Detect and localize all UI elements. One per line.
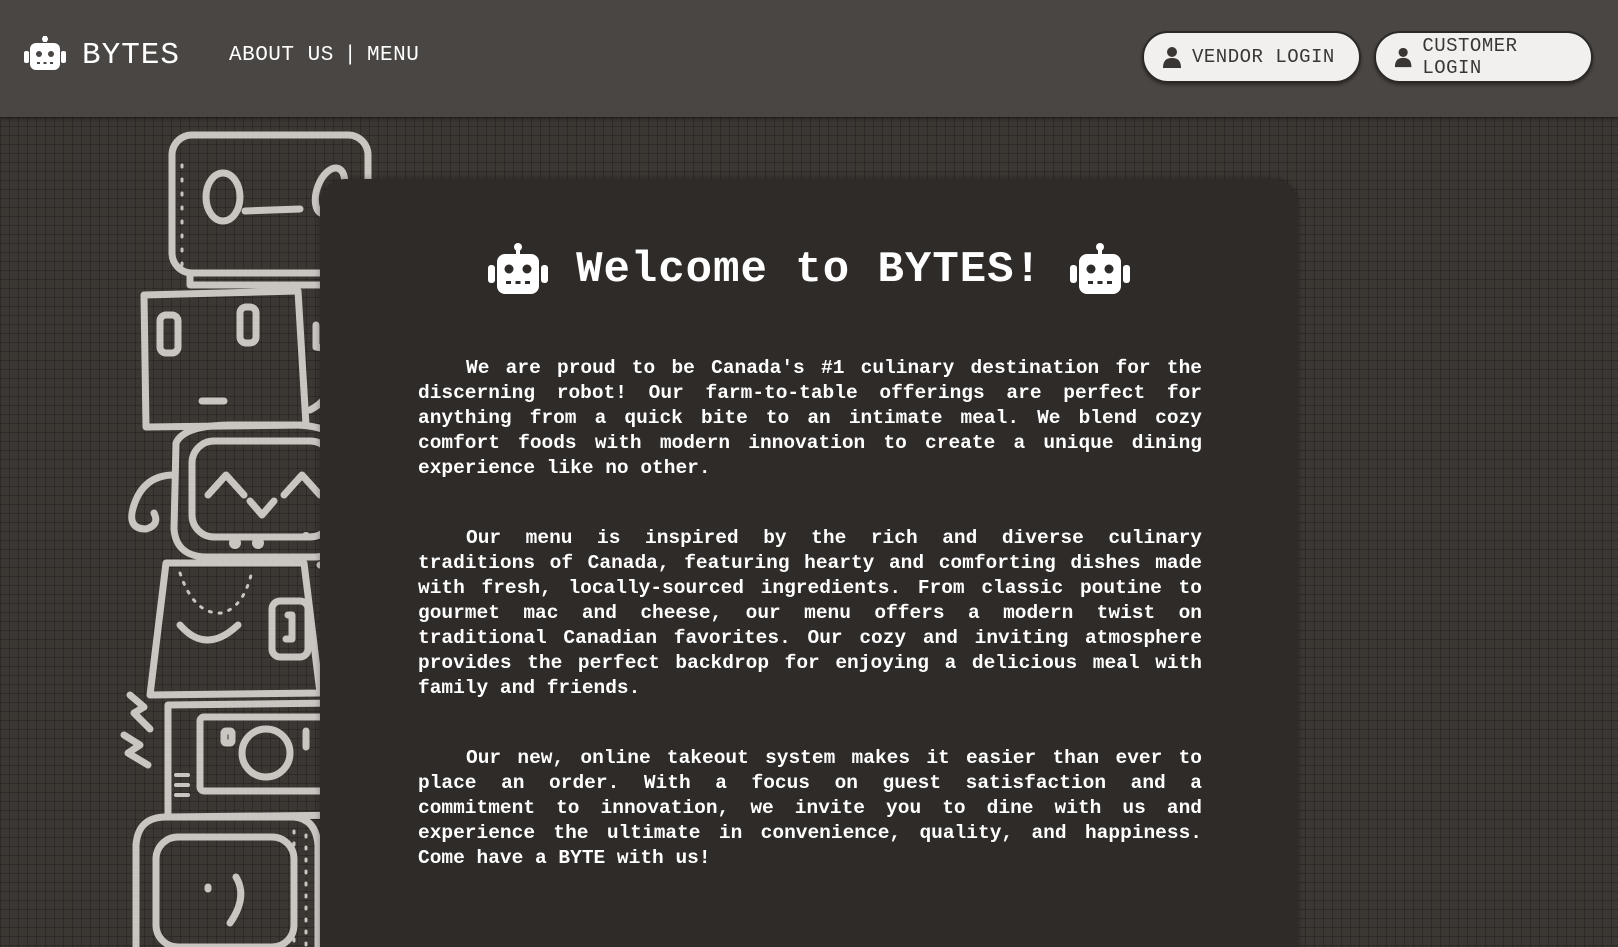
robot-icon <box>488 243 549 294</box>
nav-about-us-link[interactable]: ABOUT US <box>229 44 334 67</box>
brand-name: BYTES <box>82 37 181 73</box>
menu-paragraph: Our menu is inspired by the rich and div… <box>418 527 1202 699</box>
welcome-card: Welcome to BYTES! We are proud to be Can… <box>320 179 1298 947</box>
nav-separator: | <box>343 44 357 67</box>
welcome-heading: Welcome to BYTES! <box>320 243 1298 297</box>
nav-menu-link[interactable]: MENU <box>367 44 419 67</box>
top-navigation-bar: BYTES ABOUT US | MENU VENDOR LOGIN CUSTO… <box>0 0 1618 117</box>
vendor-login-button[interactable]: VENDOR LOGIN <box>1142 31 1361 83</box>
vendor-login-label: VENDOR LOGIN <box>1192 46 1335 68</box>
main-nav: ABOUT US | MENU <box>229 44 419 67</box>
takeout-paragraph: Our new, online takeout system makes it … <box>418 747 1202 869</box>
robot-icon <box>24 36 66 70</box>
intro-paragraph: We are proud to be Canada's #1 culinary … <box>418 357 1202 479</box>
customer-login-button[interactable]: CUSTOMER LOGIN <box>1374 31 1593 83</box>
customer-login-label: CUSTOMER LOGIN <box>1422 35 1518 79</box>
page-title: Welcome to BYTES! <box>576 245 1042 295</box>
robot-icon <box>1069 243 1130 294</box>
brand[interactable]: BYTES <box>24 36 180 74</box>
user-icon <box>1394 47 1412 68</box>
user-icon <box>1163 47 1181 68</box>
